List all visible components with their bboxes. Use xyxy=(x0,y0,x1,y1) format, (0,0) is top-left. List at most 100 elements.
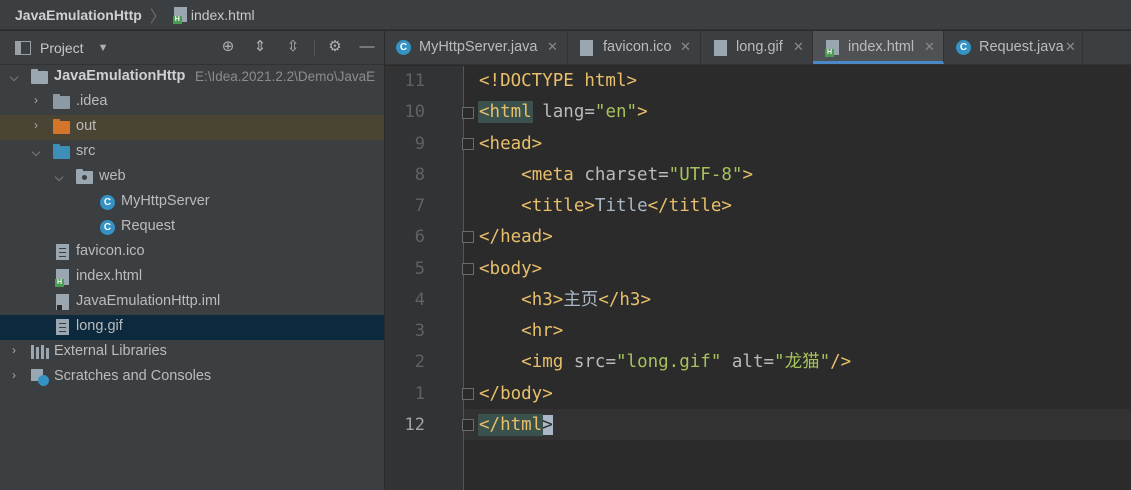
folder-source-icon xyxy=(53,144,70,159)
tree-item-idea[interactable]: › .idea xyxy=(0,90,384,115)
code-line-6[interactable]: </head> xyxy=(479,222,553,253)
tree-item-long-gif[interactable]: long.gif xyxy=(0,315,384,340)
project-view-selector[interactable]: Project xyxy=(40,40,84,56)
tree-item-request[interactable]: C Request xyxy=(0,215,384,240)
image-file-icon xyxy=(714,40,727,56)
tree-item-myhttpserver[interactable]: C MyHttpServer xyxy=(0,190,384,215)
tag-token: <body> xyxy=(479,259,543,279)
text-caret: > xyxy=(542,415,553,435)
tag-token: </head> xyxy=(479,227,553,247)
tree-item-label: .idea xyxy=(76,93,108,109)
tab-long-gif[interactable]: long.gif ✕ xyxy=(701,31,813,64)
tag-token: <head> xyxy=(479,134,543,154)
project-tool-window: Project ▼ ⊕ ⇕ ⇳ ⚙ — ⌵ JavaEmulationHttp … xyxy=(0,31,384,490)
java-class-icon: C xyxy=(100,220,115,235)
code-line-2[interactable]: <html lang="en"> xyxy=(478,97,648,128)
chevron-down-icon[interactable]: ▼ xyxy=(98,42,109,54)
locate-icon[interactable]: ⊕ xyxy=(220,39,236,55)
gear-icon[interactable]: ⚙ xyxy=(327,39,343,55)
close-icon[interactable]: ✕ xyxy=(680,39,691,55)
tag-token: </title> xyxy=(647,196,732,216)
tree-item-out[interactable]: › out xyxy=(0,115,384,140)
collapse-all-icon[interactable]: ⇳ xyxy=(285,39,301,55)
chevron-down-icon[interactable]: ⌵ xyxy=(8,70,20,85)
line-number: 7 xyxy=(414,196,425,216)
chevron-right-icon[interactable]: › xyxy=(30,93,42,107)
tag-token: </html xyxy=(477,414,544,436)
tree-item-scratches[interactable]: › Scratches and Consoles xyxy=(0,365,384,390)
code-line-7[interactable]: <body> xyxy=(479,254,542,285)
breadcrumb-file[interactable]: index.html xyxy=(191,7,255,23)
value-token: "UTF-8" xyxy=(668,165,743,185)
breadcrumb-separator-icon: 〉 xyxy=(149,8,166,26)
tag-token: > xyxy=(742,165,753,185)
doctype-token: <!DOCTYPE html> xyxy=(479,71,638,91)
attr-token: alt= xyxy=(721,352,775,372)
tab-index-html[interactable]: H index.html ✕ xyxy=(813,31,944,64)
tree-item-root[interactable]: ⌵ JavaEmulationHttp E:\Idea.2021.2.2\Dem… xyxy=(0,65,384,90)
line-number: 4 xyxy=(414,290,425,310)
code-line-12[interactable]: </html> xyxy=(477,410,553,441)
attr-token: lang= xyxy=(531,102,595,122)
minimize-icon[interactable]: — xyxy=(359,39,375,55)
package-icon xyxy=(76,169,93,184)
code-line-5[interactable]: <title>Title</title> xyxy=(479,191,732,222)
tree-item-external-libraries[interactable]: › External Libraries xyxy=(0,340,384,365)
code-line-4[interactable]: <meta charset="UTF-8"> xyxy=(479,160,753,191)
code-line-10[interactable]: <img src="long.gif" alt="龙猫"/> xyxy=(479,347,851,378)
fold-toggle-icon[interactable] xyxy=(462,263,474,275)
code-line-3[interactable]: <head> xyxy=(479,129,542,160)
breadcrumb-project[interactable]: JavaEmulationHttp xyxy=(15,7,142,23)
tag-token: <hr> xyxy=(521,321,564,341)
project-path: E:\Idea.2021.2.2\Demo\JavaE xyxy=(195,69,376,84)
image-file-icon xyxy=(580,40,593,56)
tree-item-label: Scratches and Consoles xyxy=(54,368,212,384)
code-line-11[interactable]: </body> xyxy=(479,379,553,410)
close-icon[interactable]: ✕ xyxy=(793,39,804,55)
close-icon[interactable]: ✕ xyxy=(547,39,558,55)
tab-request[interactable]: C Request.java ✕ xyxy=(944,31,1083,64)
expand-all-icon[interactable]: ⇕ xyxy=(252,39,268,55)
tree-item-label: External Libraries xyxy=(54,343,167,359)
tab-label: MyHttpServer.java xyxy=(419,39,538,55)
close-icon[interactable]: ✕ xyxy=(924,39,935,55)
chevron-right-icon[interactable]: › xyxy=(30,118,42,132)
chevron-down-icon[interactable]: ⌵ xyxy=(53,170,65,185)
code-line-8[interactable]: <h3>主页</h3> xyxy=(479,285,651,316)
module-folder-icon xyxy=(31,69,48,84)
module-file-icon xyxy=(56,294,69,310)
tree-item-label: src xyxy=(76,143,96,159)
fold-toggle-icon[interactable] xyxy=(462,419,474,431)
tree-item-label: Request xyxy=(121,218,176,234)
tag-token: <img xyxy=(521,352,564,372)
tab-label: index.html xyxy=(848,39,915,55)
image-file-icon xyxy=(56,244,69,260)
tree-item-web[interactable]: ⌵ web xyxy=(0,165,384,190)
tree-item-index-html[interactable]: H index.html xyxy=(0,265,384,290)
chevron-right-icon[interactable]: › xyxy=(8,368,20,382)
fold-toggle-icon[interactable] xyxy=(462,231,474,243)
tree-item-favicon[interactable]: favicon.ico xyxy=(0,240,384,265)
tree-item-src[interactable]: ⌵ src xyxy=(0,140,384,165)
close-icon[interactable]: ✕ xyxy=(1065,39,1076,55)
chevron-right-icon[interactable]: › xyxy=(8,343,20,357)
tree-item-label: out xyxy=(76,118,97,134)
chevron-down-icon[interactable]: ⌵ xyxy=(30,145,42,160)
code-line-1[interactable]: <!DOCTYPE html> xyxy=(479,66,637,97)
tab-myhttpserver[interactable]: C MyHttpServer.java ✕ xyxy=(385,31,568,64)
fold-toggle-icon[interactable] xyxy=(462,388,474,400)
fold-toggle-icon[interactable] xyxy=(462,107,474,119)
fold-toggle-icon[interactable] xyxy=(462,138,474,150)
tree-item-label: JavaEmulationHttp xyxy=(54,68,186,84)
tree-item-label: JavaEmulationHttp.iml xyxy=(76,293,221,309)
code-line-9[interactable]: <hr> xyxy=(479,316,563,347)
line-number: 5 xyxy=(414,259,425,279)
tree-item-iml[interactable]: JavaEmulationHttp.iml xyxy=(0,290,384,315)
text-token: Title xyxy=(594,196,648,216)
folder-excluded-icon xyxy=(53,119,70,134)
toolbar-divider xyxy=(314,40,315,56)
tab-favicon[interactable]: favicon.ico ✕ xyxy=(568,31,701,64)
